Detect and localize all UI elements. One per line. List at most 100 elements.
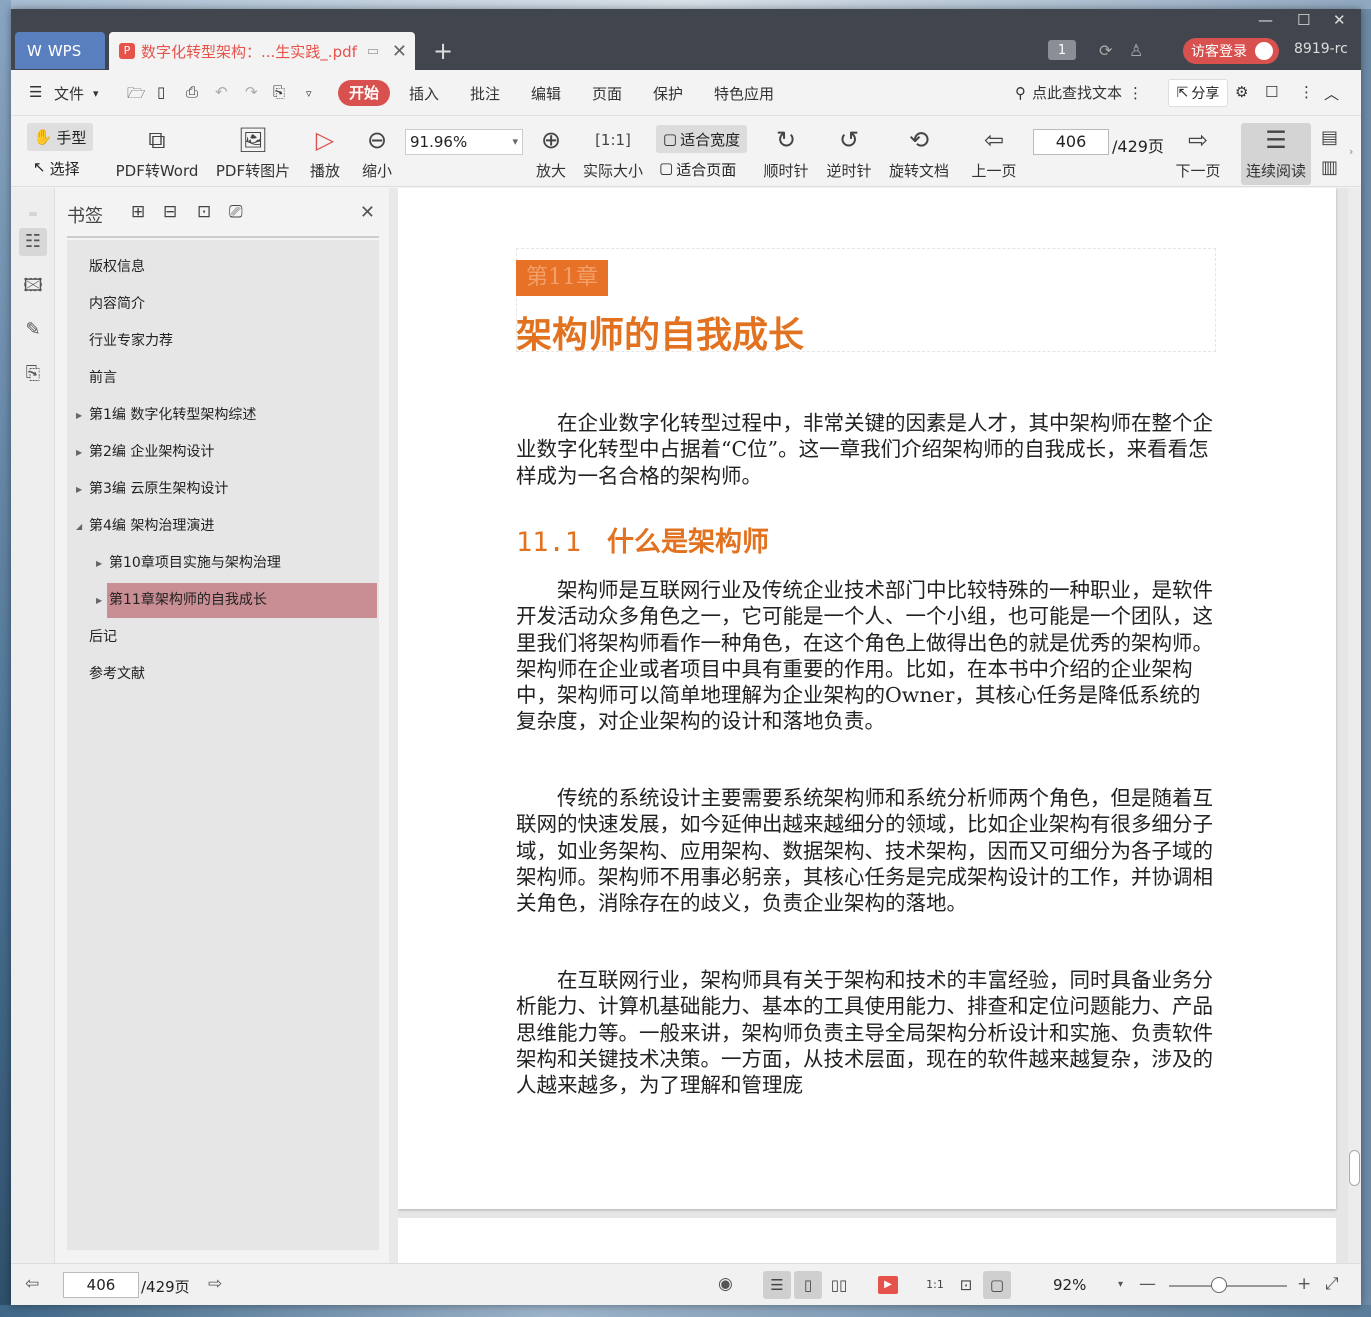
undo-icon[interactable]: ↶ <box>215 83 228 101</box>
toolbar-scroll-right-icon[interactable]: › <box>1349 145 1353 158</box>
more-dropdown-icon[interactable]: ▿ <box>306 87 312 100</box>
menu-file[interactable]: 文件 <box>54 83 84 104</box>
bookmark-item-part2[interactable]: ▶ 第2编 企业架构设计 <box>67 435 379 470</box>
bookmark-item-preface[interactable]: 前言 <box>67 361 379 396</box>
menu-page[interactable]: 页面 <box>592 83 622 104</box>
sync-icon[interactable]: ⟳ <box>1099 37 1112 63</box>
guest-login-button[interactable]: 访客登录 <box>1183 38 1279 64</box>
zoom-in-button[interactable]: ⊕ 放大 <box>533 117 569 187</box>
zoom-out-button[interactable]: ⊖ 缩小 <box>359 117 395 187</box>
eye-protection-icon[interactable]: ◉ <box>718 1274 733 1294</box>
play-button[interactable]: ▷ 播放 <box>307 117 343 187</box>
expand-arrow-icon[interactable]: ▶ <box>76 472 82 507</box>
page-number-input[interactable]: 406 <box>1033 129 1109 155</box>
next-page-button[interactable]: ⇨ 下一页 <box>1173 117 1223 187</box>
zoom-minus-icon[interactable]: — <box>1139 1274 1156 1294</box>
redo-icon[interactable]: ↷ <box>245 83 258 101</box>
prev-page-arrow-icon[interactable]: ⇦ <box>25 1274 39 1294</box>
expand-arrow-icon[interactable]: ▶ <box>96 546 102 581</box>
dual-page-icon[interactable]: ▥ <box>1321 157 1338 178</box>
bookmark-item-references[interactable]: 参考文献 <box>67 657 379 692</box>
fit-width-button[interactable]: ▢ 适合宽度 <box>656 125 747 153</box>
single-page-icon[interactable]: ▤ <box>1321 127 1338 148</box>
menu-start[interactable]: 开始 <box>338 80 390 106</box>
feedback-icon[interactable]: ☐ <box>1265 83 1278 101</box>
bookmark-item-part1[interactable]: ▶ 第1编 数字化转型架构综述 <box>67 398 379 433</box>
zoom-dropdown-icon[interactable]: ▾ <box>1118 1279 1123 1290</box>
chevron-down-icon[interactable]: ▾ <box>93 87 99 100</box>
hand-tool-button[interactable]: ✋ 手型 <box>27 123 93 151</box>
collapse-arrow-icon[interactable]: ◢ <box>76 509 82 544</box>
bookmark-item-part3[interactable]: ▶ 第3编 云原生架构设计 <box>67 472 379 507</box>
find-text-button[interactable]: ⚲ 点此查找文本 ⋮ <box>1015 82 1143 103</box>
expand-arrow-icon[interactable]: ▶ <box>76 435 82 470</box>
collapse-all-icon[interactable]: ⊟ <box>163 202 177 222</box>
select-tool-button[interactable]: ↖ 选择 <box>33 158 80 179</box>
save-icon[interactable]: ▯ <box>157 83 165 101</box>
fit-width-view-icon[interactable]: ▢ <box>983 1271 1011 1299</box>
add-bookmark-icon[interactable]: ⊡ <box>197 202 211 222</box>
hamburger-icon[interactable]: ☰ <box>29 83 42 101</box>
minimize-button[interactable]: — <box>1258 11 1273 29</box>
share-button[interactable]: ⇱ 分享 <box>1168 79 1228 107</box>
menu-annotate[interactable]: 批注 <box>470 83 500 104</box>
wps-home-tab[interactable]: W WPS <box>15 32 105 69</box>
actual-size-view-icon[interactable]: 1:1 <box>921 1271 949 1299</box>
print-icon[interactable]: ⎙ <box>186 83 198 101</box>
bookmark-item-summary[interactable]: 内容简介 <box>67 287 379 322</box>
expand-arrow-icon[interactable]: ▶ <box>96 583 102 618</box>
menu-edit[interactable]: 编辑 <box>531 83 561 104</box>
open-folder-icon[interactable]: 🗁 <box>127 83 146 108</box>
bookmark-item-part4[interactable]: ◢ 第4编 架构治理演进 <box>67 509 379 544</box>
close-window-button[interactable]: ✕ <box>1333 11 1346 29</box>
expand-all-icon[interactable]: ⊞ <box>131 202 145 222</box>
collapse-ribbon-icon[interactable]: ︿ <box>1324 83 1339 104</box>
zoom-level-select[interactable]: 91.96% <box>405 129 523 155</box>
export-icon[interactable]: ⎘ <box>273 83 285 101</box>
bookmark-item-chapter11[interactable]: ▶ 第11章架构师的自我成长 <box>96 583 377 618</box>
thumbnail-icon[interactable]: 🖾 <box>19 272 47 300</box>
menu-insert[interactable]: 插入 <box>409 83 439 104</box>
menu-special[interactable]: 特色应用 <box>714 83 774 104</box>
rotate-counterclockwise-button[interactable]: ↺ 逆时针 <box>824 117 874 187</box>
zoom-plus-icon[interactable]: + <box>1297 1274 1311 1294</box>
fullscreen-icon[interactable]: ⤢ <box>1325 1274 1339 1294</box>
annotation-icon[interactable]: ✎ <box>19 316 47 344</box>
pdf-to-word-button[interactable]: ⧉ PDF转Word <box>113 117 201 187</box>
bookmark-properties-icon[interactable]: ⎚ <box>229 202 243 222</box>
zoom-slider-knob[interactable] <box>1211 1277 1227 1293</box>
close-panel-icon[interactable]: ✕ <box>360 202 375 223</box>
maximize-button[interactable]: ☐ <box>1297 11 1310 29</box>
bookmark-item-afterword[interactable]: 后记 <box>67 620 379 655</box>
drag-handle-icon[interactable]: ═ <box>19 200 47 228</box>
document-viewport[interactable]: 第11章 架构师的自我成长 在企业数字化转型过程中，非常关键的因素是人才，其中架… <box>398 188 1348 1263</box>
fit-page-view-icon[interactable]: ⊡ <box>952 1271 980 1299</box>
more-options-icon[interactable]: ⋮ <box>1299 83 1314 101</box>
scrollbar-thumb[interactable] <box>1349 1150 1360 1186</box>
previous-page-button[interactable]: ⇦ 上一页 <box>969 117 1019 187</box>
expand-arrow-icon[interactable]: ▶ <box>76 398 82 433</box>
bookmark-list-icon[interactable]: ☷ <box>19 228 47 256</box>
single-page-view-icon[interactable]: ▯ <box>794 1271 822 1299</box>
vertical-scrollbar[interactable] <box>1348 188 1361 1263</box>
rotate-document-button[interactable]: ⟲ 旋转文档 <box>887 117 951 187</box>
window-count-badge[interactable]: 1 <box>1048 40 1076 60</box>
signature-icon[interactable]: ⎘ <box>19 360 47 388</box>
panel-resize-handle[interactable] <box>389 188 398 1263</box>
skin-shirt-icon[interactable]: ♙ <box>1129 37 1143 63</box>
pdf-to-image-button[interactable]: 🖼 PDF转图片 <box>213 117 293 187</box>
rotate-clockwise-button[interactable]: ↻ 顺时针 <box>761 117 811 187</box>
status-page-input[interactable]: 406 <box>63 1272 139 1298</box>
status-zoom-value[interactable]: 92% <box>1053 1276 1086 1294</box>
next-page-arrow-icon[interactable]: ⇨ <box>208 1274 222 1294</box>
play-slideshow-icon[interactable]: ▶ <box>878 1276 898 1294</box>
document-tab[interactable]: P 数字化转型架构：...生实践_.pdf ▭ ✕ <box>109 32 415 70</box>
fit-page-button[interactable]: ▢ 适合页面 <box>659 159 736 180</box>
bookmark-item-experts[interactable]: 行业专家力荐 <box>67 324 379 359</box>
dual-page-view-icon[interactable]: ▯▯ <box>825 1271 853 1299</box>
continuous-view-icon[interactable]: ☰ <box>763 1271 791 1299</box>
bookmark-item-copyright[interactable]: 版权信息 <box>67 250 379 285</box>
new-tab-button[interactable]: + <box>433 37 453 65</box>
settings-gear-icon[interactable]: ⚙ <box>1235 83 1248 101</box>
monitor-icon[interactable]: ▭ <box>367 44 379 59</box>
